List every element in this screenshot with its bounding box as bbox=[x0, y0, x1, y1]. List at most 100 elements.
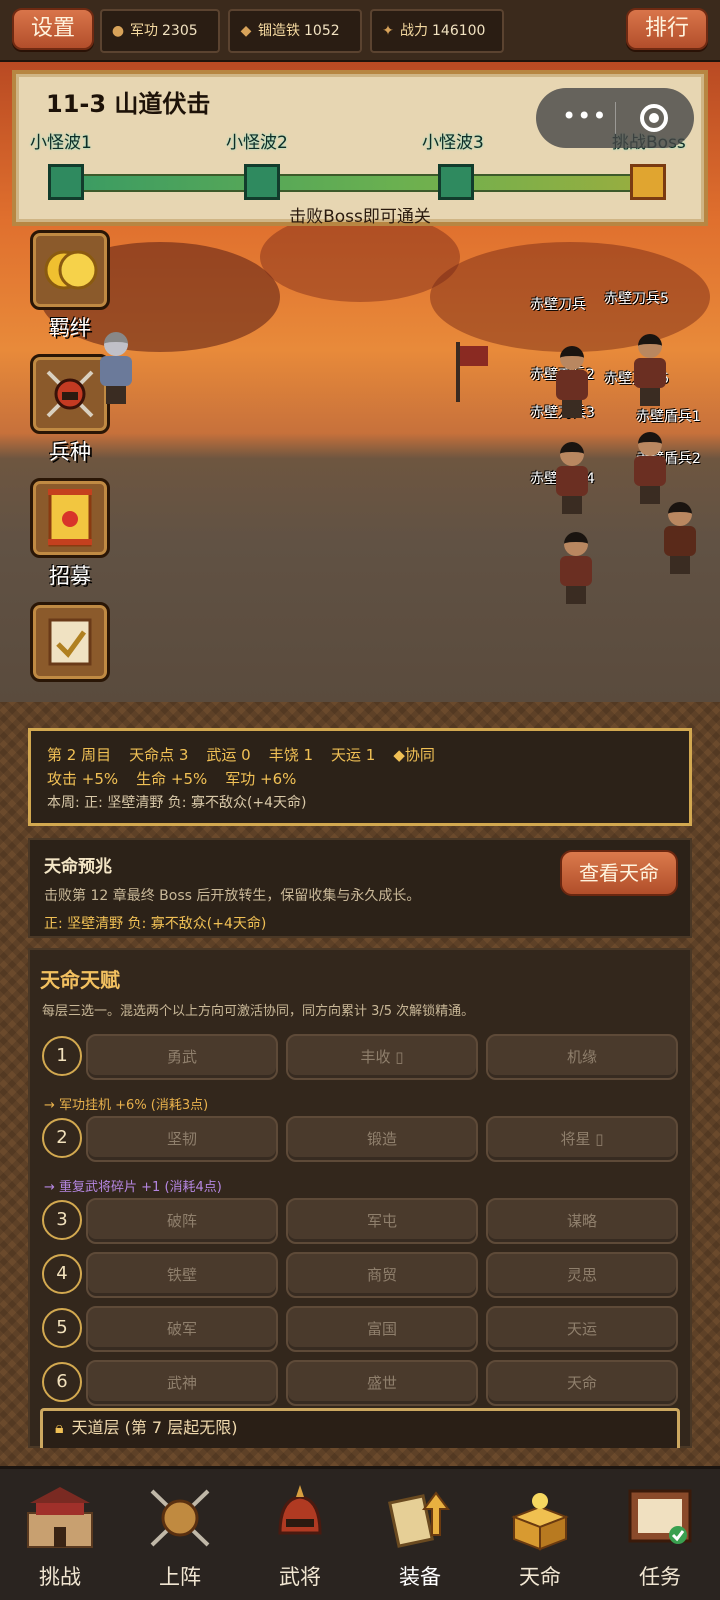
talent-description: 每层三选一。混选两个以上方向可激活协同，同方向累计 3/5 次解锁精通。 bbox=[42, 1004, 475, 1019]
medal-icon: ● bbox=[111, 23, 125, 39]
general-head bbox=[104, 332, 128, 356]
talent-option[interactable]: 灵思 bbox=[486, 1252, 678, 1298]
talent-option[interactable]: 将星 ▯ bbox=[486, 1116, 678, 1162]
rank-button[interactable]: 排行 bbox=[626, 8, 708, 50]
quest-board-icon bbox=[628, 1489, 692, 1544]
nav-deploy[interactable]: 上阵 bbox=[120, 1469, 240, 1600]
talent-option[interactable]: 丰收 ▯ bbox=[286, 1034, 478, 1080]
helmet-swords-icon bbox=[46, 370, 94, 418]
hp-bonus: 生命 +5% bbox=[136, 770, 208, 788]
soldier-body bbox=[634, 358, 666, 388]
talent-option[interactable]: 军屯 bbox=[286, 1198, 478, 1244]
nav-generals-label: 武将 bbox=[279, 1565, 321, 1589]
tier-number-4: 4 bbox=[42, 1254, 82, 1294]
talent-option[interactable]: 武神 bbox=[86, 1360, 278, 1406]
soldier-body bbox=[634, 456, 666, 486]
stats-row-2: 攻击 +5% 生命 +5% 军功 +6% bbox=[47, 767, 673, 791]
talent-option[interactable]: 破军 bbox=[86, 1306, 278, 1352]
tier-number-1: 1 bbox=[42, 1036, 82, 1076]
wave-label-1: 小怪波1 bbox=[30, 133, 92, 153]
nav-challenge-label: 挑战 bbox=[39, 1565, 81, 1589]
enemy-tag: 赤壁刀兵 bbox=[530, 297, 586, 313]
enemy-soldier bbox=[630, 334, 670, 406]
wave-label-3: 小怪波3 bbox=[422, 133, 484, 153]
week-modifiers: 本周: 正: 坚壁清野 负: 寡不敌众(+4天命) bbox=[47, 795, 307, 811]
general-legs bbox=[106, 386, 126, 404]
recruit-label: 招募 bbox=[49, 564, 91, 588]
nav-destiny-label: 天命 bbox=[519, 1565, 561, 1589]
talent-option[interactable]: 谋略 bbox=[486, 1198, 678, 1244]
locked-tier-label: 天道层 (第 7 层起无限) bbox=[71, 1418, 238, 1437]
soldier-legs bbox=[640, 388, 660, 406]
soldier-body bbox=[560, 556, 592, 586]
tier-number-3: 3 bbox=[42, 1200, 82, 1240]
stage-title: 11-3 山道伏击 bbox=[46, 90, 211, 118]
enemy-soldier bbox=[552, 442, 592, 514]
talent-option[interactable]: 机缘 bbox=[486, 1034, 678, 1080]
treasure-box-icon bbox=[511, 1493, 569, 1551]
soldier-legs bbox=[562, 496, 582, 514]
recruit-scroll-icon bbox=[48, 489, 92, 547]
enemy-soldier bbox=[556, 532, 596, 604]
talent-option[interactable]: 商贸 bbox=[286, 1252, 478, 1298]
power-counter: ✦ 战力 146100 bbox=[370, 9, 504, 53]
wave-node-3 bbox=[438, 164, 474, 200]
heaven-luck-stat: 天运 1 bbox=[331, 746, 376, 764]
soldier-legs bbox=[566, 586, 586, 604]
nav-generals[interactable]: 武将 bbox=[240, 1469, 360, 1600]
soldier-head bbox=[638, 432, 662, 456]
talent-option[interactable]: 锻造 bbox=[286, 1116, 478, 1162]
wave-label-2: 小怪波2 bbox=[226, 133, 288, 153]
destiny-talent-panel: 天命天赋 每层三选一。混选两个以上方向可激活协同，同方向累计 3/5 次解锁精通… bbox=[28, 948, 692, 1448]
tier-number-5: 5 bbox=[42, 1308, 82, 1348]
enemy-soldier bbox=[552, 346, 592, 418]
talent-option[interactable]: 坚韧 bbox=[86, 1116, 278, 1162]
settings-button[interactable]: 设置 bbox=[12, 8, 94, 50]
progress-track bbox=[66, 174, 666, 192]
talent-option[interactable]: 盛世 bbox=[286, 1360, 478, 1406]
wave-node-1 bbox=[48, 164, 84, 200]
enemy-tag: 赤壁刀兵5 bbox=[604, 291, 669, 307]
recruit-button[interactable] bbox=[30, 478, 110, 558]
talent-option[interactable]: 铁壁 bbox=[86, 1252, 278, 1298]
run-stats-panel: 第 2 周目 天命点 3 武运 0 丰饶 1 天运 1 ◆协同 攻击 +5% 生命 +5% 军… bbox=[28, 728, 692, 826]
soldier-head bbox=[638, 334, 662, 358]
cycle-stat: 第 2 周目 bbox=[47, 746, 112, 764]
merit-bonus: 军功 +6% bbox=[225, 770, 297, 788]
talent-title: 天命天赋 bbox=[40, 968, 120, 992]
close-target-icon[interactable] bbox=[640, 104, 668, 132]
view-destiny-button[interactable]: 查看天命 bbox=[560, 850, 678, 896]
bottom-navigation: 挑战 上阵 武将 装备 天命 任务 bbox=[0, 1466, 720, 1600]
nav-deploy-label: 上阵 bbox=[159, 1565, 201, 1589]
stats-row-1: 第 2 周目 天命点 3 武运 0 丰饶 1 天运 1 ◆协同 bbox=[47, 743, 673, 767]
war-flag bbox=[460, 346, 488, 366]
talent-option[interactable]: 天运 bbox=[486, 1306, 678, 1352]
more-icon[interactable]: ••• bbox=[562, 102, 607, 130]
troop-type-label: 兵种 bbox=[49, 440, 91, 464]
talent-option[interactable]: 天命 bbox=[486, 1360, 678, 1406]
talent-option[interactable]: 破阵 bbox=[86, 1198, 278, 1244]
nav-destiny[interactable]: 天命 bbox=[480, 1469, 600, 1600]
destiny-points-stat: 天命点 3 bbox=[129, 746, 189, 764]
talent-option[interactable]: 富国 bbox=[286, 1306, 478, 1352]
general-body bbox=[100, 356, 132, 386]
soldier-body bbox=[556, 370, 588, 400]
helmet-icon bbox=[278, 1485, 322, 1535]
checklist-icon bbox=[48, 618, 92, 666]
capsule-divider bbox=[615, 102, 616, 134]
castle-icon bbox=[27, 1487, 93, 1548]
tier-number-2: 2 bbox=[42, 1118, 82, 1158]
mini-program-capsule: ••• bbox=[536, 88, 694, 148]
talent-option[interactable]: 勇武 bbox=[86, 1034, 278, 1080]
nav-tasks[interactable]: 任务 bbox=[600, 1469, 720, 1600]
synergy-stat: ◆协同 bbox=[393, 746, 435, 764]
forged-iron-counter: ◆ 锢造铁 1052 bbox=[228, 9, 362, 53]
nav-challenge[interactable]: 挑战 bbox=[0, 1469, 120, 1600]
boss-node bbox=[630, 164, 666, 200]
soldier-head bbox=[564, 532, 588, 556]
nav-equipment[interactable]: 装备 bbox=[360, 1469, 480, 1600]
player-general bbox=[96, 332, 136, 404]
tasks-side-button[interactable] bbox=[30, 602, 110, 682]
heaven-tier-locked[interactable]: 🔒︎ 天道层 (第 7 层起无限) bbox=[40, 1408, 680, 1448]
bond-button[interactable] bbox=[30, 230, 110, 310]
